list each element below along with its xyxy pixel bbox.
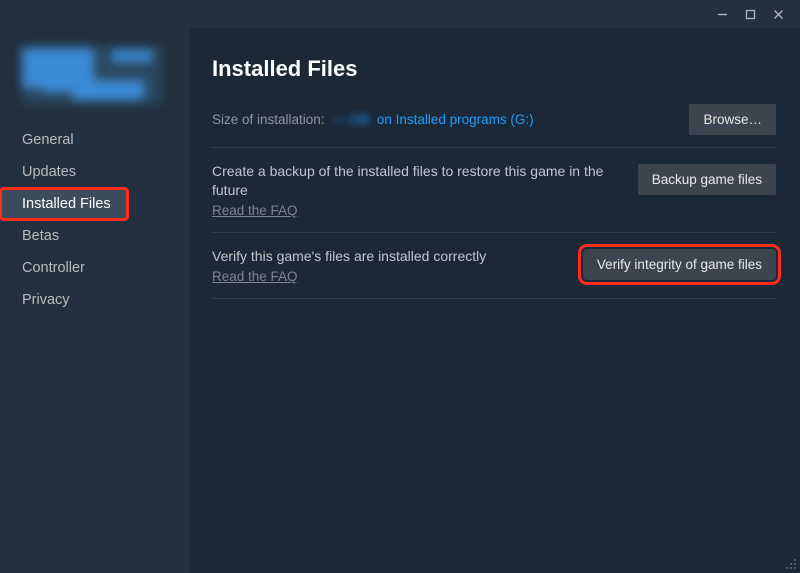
sidebar-item-betas[interactable]: Betas [0,220,190,252]
sidebar-item-privacy[interactable]: Privacy [0,284,190,316]
backup-desc: Create a backup of the installed files t… [212,162,620,220]
divider [212,298,776,299]
verify-desc: Verify this game's files are installed c… [212,247,565,286]
properties-window: General Updates Installed Files Betas Co… [0,0,800,573]
sidebar-item-controller[interactable]: Controller [0,252,190,284]
install-size-text: Size of installation: — GB on Installed … [212,112,534,127]
minimize-button[interactable] [708,2,736,26]
install-size-value: — GB [328,112,373,127]
backup-faq-link[interactable]: Read the FAQ [212,202,298,220]
close-button[interactable] [764,2,792,26]
sidebar-item-updates[interactable]: Updates [0,156,190,188]
divider [212,147,776,148]
backup-desc-text: Create a backup of the installed files t… [212,163,603,198]
install-size-label: Size of installation: [212,112,325,127]
sidebar-nav: General Updates Installed Files Betas Co… [0,124,190,316]
main-panel: Installed Files Size of installation: — … [190,28,800,573]
resize-grip[interactable] [784,557,798,571]
body: General Updates Installed Files Betas Co… [0,28,800,573]
browse-button[interactable]: Browse… [689,104,776,135]
verify-integrity-button[interactable]: Verify integrity of game files [583,249,776,280]
backup-row: Create a backup of the installed files t… [212,162,776,232]
backup-button[interactable]: Backup game files [638,164,776,195]
verify-row: Verify this game's files are installed c… [212,247,776,298]
sidebar-item-general[interactable]: General [0,124,190,156]
install-size-location[interactable]: on Installed programs (G:) [377,112,534,127]
sidebar: General Updates Installed Files Betas Co… [0,28,190,573]
verify-desc-text: Verify this game's files are installed c… [212,248,486,264]
divider [212,232,776,233]
sidebar-item-installed-files[interactable]: Installed Files [0,188,128,220]
game-header [0,28,190,124]
game-artwork [22,46,162,104]
verify-faq-link[interactable]: Read the FAQ [212,268,298,286]
maximize-button[interactable] [736,2,764,26]
page-title: Installed Files [212,56,776,82]
titlebar [0,0,800,28]
install-size-row: Size of installation: — GB on Installed … [212,104,776,135]
